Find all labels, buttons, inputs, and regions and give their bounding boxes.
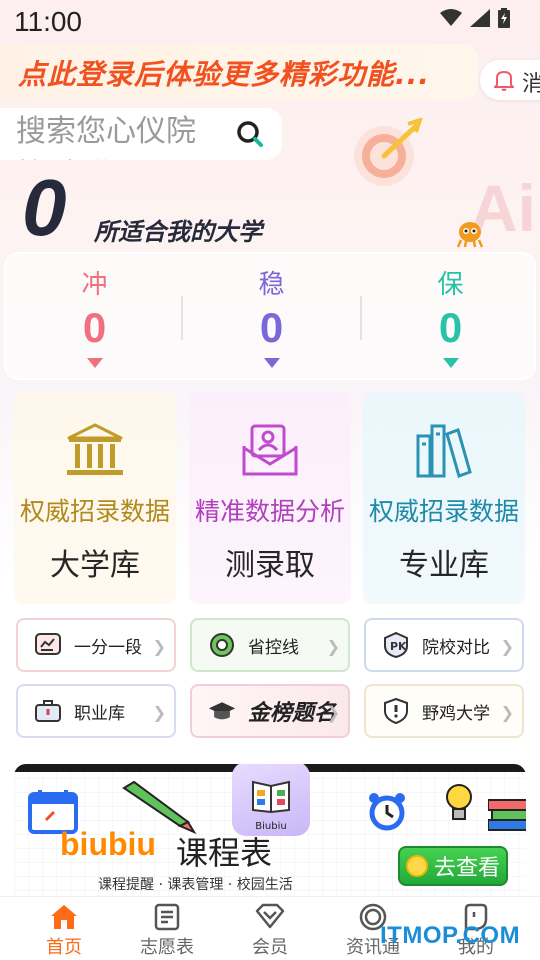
university-icon xyxy=(67,423,123,475)
target-icon xyxy=(354,118,423,186)
feature-title: 测录取 xyxy=(225,548,315,583)
admission-test-card[interactable]: 精准数据分析 测录取 xyxy=(189,392,351,604)
tab-label: 会员 xyxy=(252,937,288,958)
svg-text:PK: PK xyxy=(390,640,407,653)
book-icon xyxy=(252,780,290,814)
signal-icon xyxy=(470,9,490,27)
honor-list-button[interactable]: 金榜题名 ❯ xyxy=(190,684,350,738)
tab-label: 首页 xyxy=(46,937,82,958)
fake-university-button[interactable]: 野鸡大学 ❯ xyxy=(364,684,524,738)
promo-brand: biubiu xyxy=(60,826,156,862)
tool-label: 省控线 xyxy=(248,637,299,658)
province-line-button[interactable]: 省控线 ❯ xyxy=(190,618,350,672)
promo-title: 课程表 xyxy=(176,834,273,872)
vip-icon xyxy=(255,903,285,929)
tool-label: 职业库 xyxy=(74,703,125,724)
major-library-card[interactable]: 权威招录数据 专业库 xyxy=(363,392,525,604)
chevron-right-icon: ❯ xyxy=(152,637,166,656)
alarm-clock-icon xyxy=(369,793,405,831)
feature-title: 大学库 xyxy=(50,548,140,583)
compare-icon: PK xyxy=(384,632,408,658)
home-icon xyxy=(51,905,77,929)
university-library-card[interactable]: 权威招录数据 大学库 xyxy=(14,392,176,604)
province-icon xyxy=(210,633,234,657)
chart-icon xyxy=(35,633,61,655)
search-input[interactable]: 搜索您心仪院校/专业 xyxy=(0,108,282,160)
graduation-cap-icon xyxy=(208,702,236,720)
search-placeholder: 搜索您心仪院校/专业 xyxy=(16,114,196,160)
shield-warning-icon xyxy=(384,698,408,724)
tab-vip[interactable]: 会员 xyxy=(216,897,324,960)
admission-icon xyxy=(242,424,298,476)
status-bar: 11:00 xyxy=(0,0,540,44)
stat-label: 冲 xyxy=(81,270,108,300)
triangle-down-icon xyxy=(86,358,103,368)
search-icon[interactable] xyxy=(236,120,264,148)
feature-title: 专业库 xyxy=(399,548,489,583)
stat-value: 0 xyxy=(438,304,463,351)
tool-label: 野鸡大学 xyxy=(422,703,490,724)
login-banner[interactable]: 点此登录后体验更多精彩功能... xyxy=(0,44,478,100)
college-compare-button[interactable]: PK 院校对比 ❯ xyxy=(364,618,524,672)
tool-label: 院校对比 xyxy=(422,637,490,658)
stat-value: 0 xyxy=(259,304,284,351)
stats-card: 冲 0 稳 0 保 0 xyxy=(4,252,536,380)
stat-label: 稳 xyxy=(258,270,285,300)
feature-subtitle: 权威招录数据 xyxy=(368,497,519,526)
mascot-icon xyxy=(456,222,484,248)
career-library-button[interactable]: 职业库 ❯ xyxy=(16,684,176,738)
tool-label: 一分一段 xyxy=(74,637,142,658)
form-icon xyxy=(154,903,180,931)
chevron-right-icon: ❯ xyxy=(500,703,514,722)
chevron-right-icon: ❯ xyxy=(326,637,340,656)
promo-tags: 课程提醒 · 课表管理 · 校园生活 xyxy=(98,877,293,893)
triangle-down-icon xyxy=(442,358,459,368)
battery-icon xyxy=(498,8,510,28)
tool-label: 金榜题名 xyxy=(248,700,337,726)
stat-label: 保 xyxy=(437,270,464,300)
message-label: 消 xyxy=(522,72,540,97)
wifi-icon xyxy=(440,9,462,26)
books-stack-icon xyxy=(488,799,526,831)
tab-home[interactable]: 首页 xyxy=(10,897,118,960)
coin-icon xyxy=(405,855,428,877)
status-time: 11:00 xyxy=(14,6,82,37)
books-icon xyxy=(416,424,472,478)
tab-label: 志愿表 xyxy=(140,937,194,958)
bell-icon xyxy=(494,70,514,91)
status-icons xyxy=(440,8,510,28)
promo-view-button[interactable]: 去查看 xyxy=(398,846,508,886)
chevron-right-icon: ❯ xyxy=(152,703,166,722)
promo-banner[interactable]: Biubiu biubiu 课程表 课程提醒 · 课表管理 · 校园生活 去查看 xyxy=(14,764,526,898)
lightbulb-icon xyxy=(446,784,472,820)
watermark-text: ITMOP.COM xyxy=(380,922,521,949)
promo-cta-label: 去查看 xyxy=(433,856,500,881)
feature-subtitle: 权威招录数据 xyxy=(19,497,170,526)
feature-subtitle: 精准数据分析 xyxy=(194,497,345,526)
briefcase-icon xyxy=(35,700,61,722)
tab-application-form[interactable]: 志愿表 xyxy=(113,897,221,960)
recommend-count: 0 xyxy=(22,163,67,252)
biubiu-app-tile: Biubiu xyxy=(232,764,310,836)
triangle-down-icon xyxy=(263,358,280,368)
recommend-label[interactable]: 所适合我的大学 xyxy=(94,212,262,247)
stat-chong[interactable]: 冲 0 xyxy=(6,254,183,382)
stat-value: 0 xyxy=(82,304,107,351)
stat-wen[interactable]: 稳 0 xyxy=(183,254,360,382)
login-banner-text: 点此登录后体验更多精彩功能... xyxy=(18,58,430,91)
chevron-right-icon: ❯ xyxy=(326,703,340,722)
message-button[interactable]: 消 xyxy=(480,60,540,100)
score-rank-button[interactable]: 一分一段 ❯ xyxy=(16,618,176,672)
chevron-right-icon: ❯ xyxy=(500,637,514,656)
stat-bao[interactable]: 保 0 xyxy=(362,254,539,382)
